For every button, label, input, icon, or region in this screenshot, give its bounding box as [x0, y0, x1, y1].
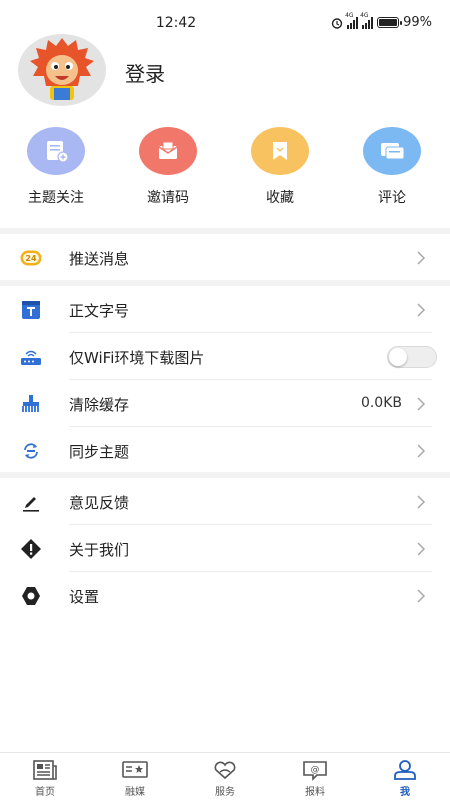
row-about-us[interactable]: 关于我们 — [0, 525, 450, 572]
report-chat-icon: @ — [303, 761, 327, 781]
network-type: 4G — [345, 11, 354, 19]
text-size-icon — [20, 299, 42, 321]
battery-percent: 99% — [403, 15, 432, 30]
font-size-label: 正文字号 — [69, 302, 130, 320]
invite-code-icon — [139, 127, 197, 175]
sync-topics-label: 同步主题 — [69, 443, 130, 461]
status-time: 12:42 — [155, 15, 197, 31]
chevron-right-icon — [417, 495, 426, 509]
wifi-images-label: 仅WiFi环境下载图片 — [69, 349, 205, 367]
chevron-right-icon — [417, 303, 426, 317]
avatar[interactable] — [18, 34, 106, 106]
sync-icon — [20, 440, 42, 462]
chevron-right-icon — [417, 251, 426, 265]
bottom-tab-bar: 首页 融媒 服务 @ 报料 我 — [0, 752, 450, 800]
clear-cache-label: 清除缓存 — [69, 396, 130, 414]
quick-action-invite-code[interactable]: 邀请码 — [112, 127, 224, 207]
network-type-2: 4G — [360, 11, 369, 19]
user-icon — [394, 760, 416, 780]
cache-size: 0.0KB — [360, 395, 402, 411]
tab-report[interactable]: @ 报料 — [270, 753, 360, 800]
row-clear-cache[interactable]: 清除缓存 0.0KB — [0, 380, 450, 427]
quick-action-favorite[interactable]: 收藏 — [224, 127, 336, 207]
login-link[interactable]: 登录 — [125, 58, 165, 87]
pencil-icon — [20, 491, 42, 513]
svg-text:@: @ — [311, 765, 320, 775]
chevron-right-icon — [417, 542, 426, 556]
cartoon-lion-avatar-icon — [30, 38, 94, 100]
quick-actions: 主题关注 邀请码 收藏 评论 — [0, 127, 450, 223]
topic-follow-icon — [27, 127, 85, 175]
tab-label: 融媒 — [125, 787, 145, 798]
quick-action-label: 评论 — [378, 190, 406, 206]
toggle-knob — [389, 348, 407, 366]
heart-hands-icon — [214, 761, 236, 780]
newspaper-icon — [33, 760, 57, 780]
row-font-size[interactable]: 正文字号 — [0, 286, 450, 333]
about-us-label: 关于我们 — [69, 541, 130, 559]
quick-action-label: 主题关注 — [28, 190, 84, 206]
alarm-icon — [331, 17, 343, 29]
chevron-right-icon — [417, 397, 426, 411]
tab-home[interactable]: 首页 — [0, 753, 90, 800]
wifi-images-toggle[interactable] — [387, 346, 437, 368]
tab-label: 服务 — [215, 787, 235, 798]
chevron-right-icon — [417, 589, 426, 603]
media-icon — [122, 761, 148, 778]
feedback-label: 意见反馈 — [69, 494, 130, 512]
tab-label: 首页 — [35, 787, 55, 798]
profile-header[interactable]: 登录 — [0, 34, 450, 110]
signal-icon-2: 4G — [360, 12, 374, 29]
row-settings[interactable]: 设置 — [0, 572, 450, 619]
router-icon — [20, 346, 42, 368]
row-sync-topics[interactable]: 同步主题 — [0, 427, 450, 474]
info-diamond-icon — [20, 538, 42, 560]
quick-action-topic-follow[interactable]: 主题关注 — [0, 127, 112, 207]
push-badge-count: 24 — [25, 253, 37, 263]
signal-icon: 4G — [345, 12, 359, 29]
tab-services[interactable]: 服务 — [180, 753, 270, 800]
broom-icon — [20, 393, 42, 415]
favorite-icon — [251, 127, 309, 175]
gear-icon — [20, 585, 42, 607]
tab-label: 报料 — [305, 787, 325, 798]
quick-action-label: 邀请码 — [147, 190, 189, 206]
chevron-right-icon — [417, 444, 426, 458]
row-wifi-images[interactable]: 仅WiFi环境下载图片 — [0, 333, 450, 380]
battery-icon — [377, 17, 403, 28]
status-icons: 4G 4G 99% — [331, 12, 432, 30]
row-push-messages[interactable]: 24 推送消息 — [0, 234, 450, 281]
tab-media[interactable]: 融媒 — [90, 753, 180, 800]
tab-label: 我 — [400, 787, 410, 798]
row-feedback[interactable]: 意见反馈 — [0, 478, 450, 525]
tab-me[interactable]: 我 — [360, 753, 450, 800]
quick-action-label: 收藏 — [266, 190, 294, 206]
push-badge-icon: 24 — [20, 247, 42, 269]
settings-label: 设置 — [69, 588, 100, 606]
comment-icon — [363, 127, 421, 175]
quick-action-comment[interactable]: 评论 — [336, 127, 448, 207]
push-messages-label: 推送消息 — [69, 250, 130, 268]
